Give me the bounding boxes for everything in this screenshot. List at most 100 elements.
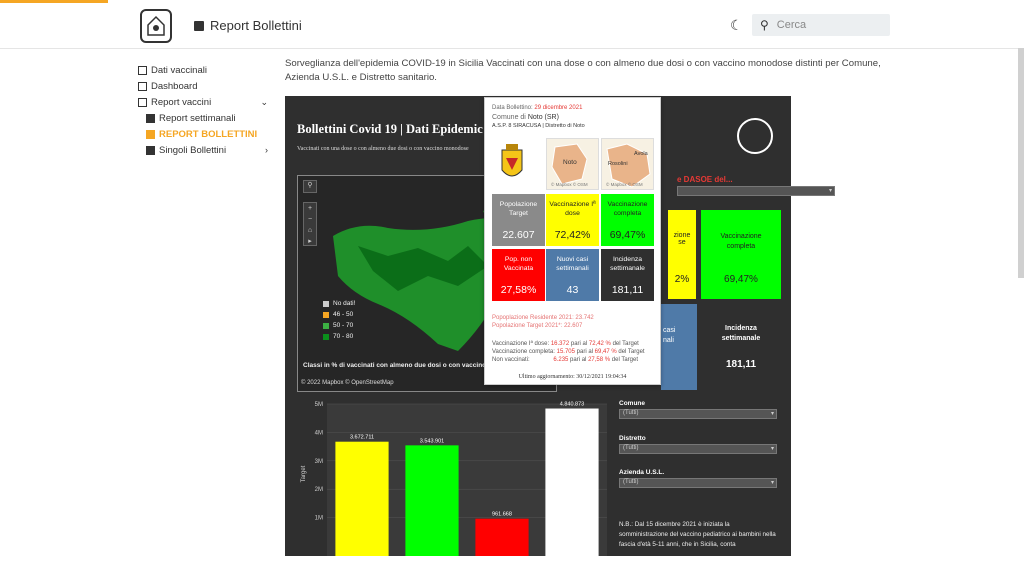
noto-coat-of-arms: [492, 140, 532, 188]
brand-label: Report Bollettini: [210, 18, 302, 33]
dasoe-label: e DASOE del...: [677, 175, 733, 184]
report-icon: [146, 129, 155, 139]
search-icon: ⚲: [760, 18, 769, 32]
sidebar-item-report-vaccini[interactable]: Report vaccini ⌄: [138, 94, 268, 110]
top-filter-select[interactable]: [677, 186, 835, 196]
popup-kpi-label: Pop. non Vaccinata: [503, 256, 534, 272]
legend-item: 46 - 50: [323, 309, 355, 320]
bar-chart-svg: 1M 2M 3M 4M 5M Target 3.672.711 3.543.901 961.66…: [301, 402, 607, 556]
y-tick-label: 4M: [315, 430, 323, 436]
brand[interactable]: Report Bollettini: [194, 18, 302, 33]
map-caption: Classi in % di vaccinati con almeno due …: [303, 362, 498, 369]
popup-date: Data Bollettino: 29 dicembre 2021: [492, 105, 583, 111]
y-tick-label: 3M: [315, 459, 323, 465]
y-tick-label: 1M: [315, 516, 323, 522]
note-text: N.B.: Dal 15 dicembre 2021 è iniziata la…: [619, 521, 776, 548]
filter-label-azienda: Azienda U.S.L.: [619, 469, 665, 476]
popup-pop-target: Popolazione Target 2021*: 22.607: [492, 323, 583, 329]
popup-kpi-value: 43: [566, 284, 579, 296]
popup-pop-res: Popoplazione Residente 2021: 23.742: [492, 315, 594, 321]
chevron-down-icon: ⌄: [260, 96, 268, 107]
popup-updated: Ultimo aggiornamento: 30/12/2021 19:04:3…: [518, 374, 627, 380]
popup-kpi-cell: Vaccinazione completa 69,47%: [601, 194, 654, 246]
filter-label-comune: Comune: [619, 400, 645, 407]
dashboard-icon: [138, 81, 147, 91]
sidebar-item-dati-vaccinali[interactable]: Dati vaccinali: [138, 62, 268, 78]
report-icon: [194, 20, 204, 31]
bar[interactable]: [545, 408, 599, 556]
popup-kpi-value: 181,11: [611, 284, 644, 296]
legend-item: No dati!: [323, 298, 355, 309]
filter-select-comune[interactable]: (Tutti): [619, 409, 777, 419]
popup-kpi-cell: Incidenza settimanale 181,11: [601, 249, 654, 301]
y-tick-label: 5M: [315, 402, 323, 408]
legend-item: 50 - 70: [323, 320, 355, 331]
kpi-vaccinazione-completa: Vaccinazione completa 69,47%: [701, 210, 781, 299]
comune-tooltip: Data Bollettino: 29 dicembre 2021 Comune…: [484, 97, 661, 385]
bar-value-label: 961.668: [492, 512, 512, 518]
map-legend: No dati! 46 - 50 50 - 70 70 - 80: [323, 298, 355, 342]
popup-line-3: Non vaccinati: 6.235 pari al 27,58 % del…: [492, 357, 639, 363]
bar[interactable]: [335, 441, 389, 556]
popup-asp: A.S.P. 8 SIRACUSA | Distretto di Noto: [492, 123, 585, 129]
report-icon: [138, 97, 147, 107]
dashboard-subtitle: Vaccinati con una dose o con almeno due …: [297, 146, 469, 152]
popup-kpi-value: 22.607: [502, 229, 535, 241]
popup-line-1: Vaccinazione Iª dose: 16.372 pari al 72,…: [492, 341, 639, 347]
moon-icon: ☾: [730, 17, 743, 33]
popup-kpi-cell: Vaccinazione Iª dose 72,42%: [546, 194, 599, 246]
sidebar-item-label: Singoli Bollettini: [159, 144, 227, 156]
popup-kpi-cell: Popolazione Target 22.607: [492, 194, 545, 246]
bar[interactable]: [475, 518, 529, 556]
bar-value-label: 3.543.901: [420, 438, 444, 444]
popup-kpi-label: Popolazione Target: [499, 201, 538, 217]
opendata-sicilia-logo[interactable]: [140, 9, 172, 43]
intro-text: Sorveglianza dell'epidemia COVID-19 in S…: [285, 58, 881, 83]
y-axis-label: Target: [301, 465, 307, 482]
popup-kpi-cell: Pop. non Vaccinata 27,58%: [492, 249, 545, 301]
sidebar: Dati vaccinali Dashboard Report vaccini ⌄…: [138, 62, 268, 158]
filter-label-distretto: Distretto: [619, 435, 646, 442]
sidebar-item-singoli-bollettini[interactable]: Singoli Bollettini ›: [138, 142, 268, 158]
map-credits: © 2022 Mapbox © OpenStreetMap: [301, 380, 394, 386]
search-box[interactable]: ⚲ Cerca: [752, 14, 890, 36]
report-icon: [146, 113, 155, 123]
bar-chart: 1M 2M 3M 4M 5M Target 3.672.711 3.543.901 961.66…: [297, 399, 609, 556]
sidebar-item-label: REPORT BOLLETTINI: [159, 128, 258, 140]
bar-value-label: 3.672.711: [350, 435, 374, 441]
kpi-nuovi-casi: casi nali: [661, 304, 697, 390]
popup-kpi-label: Incidenza settimanale: [610, 256, 645, 272]
filter-select-azienda[interactable]: (Tutti): [619, 478, 777, 488]
bar[interactable]: [405, 445, 459, 556]
sidebar-item-dashboard[interactable]: Dashboard: [138, 78, 268, 94]
popup-comune: Comune di Noto (SR): [492, 114, 559, 121]
popup-kpi-value: 72,42%: [554, 229, 591, 241]
popup-line-2: Vaccinazione completa: 15.705 pari al 69…: [492, 349, 645, 355]
popup-kpi-value: 27,58%: [500, 284, 537, 296]
search-input[interactable]: Cerca: [777, 19, 806, 31]
header: Report Bollettini ☾ ⚲ Cerca: [0, 3, 1024, 49]
page-scrollbar[interactable]: [1018, 48, 1024, 278]
y-tick-label: 2M: [315, 487, 323, 493]
chevron-right-icon: ›: [265, 145, 268, 155]
filter-select-distretto[interactable]: (Tutti): [619, 444, 777, 454]
report-icon: [146, 145, 155, 155]
sidebar-item-report-settimanali[interactable]: Report settimanali: [138, 110, 268, 126]
popup-kpi-cell: Nuovi casi settimanali 43: [546, 249, 599, 301]
popup-kpi-label: Vaccinazione completa: [607, 201, 648, 217]
sidebar-item-report-bollettini[interactable]: REPORT BOLLETTINI: [138, 126, 268, 142]
chart-icon: [138, 65, 147, 75]
kpi-incidenza: Incidenza settimanale 181,11: [721, 325, 761, 370]
popup-map-distretto: Avola Rosolini © Mapbox © OSM: [601, 138, 654, 190]
sidebar-item-label: Dashboard: [151, 80, 198, 92]
opendata-sicilia-logo: [737, 118, 773, 154]
popup-map-comune: Noto © Mapbox © OSM: [546, 138, 599, 190]
dark-mode-toggle[interactable]: ☾: [730, 17, 743, 34]
legend-item: 70 - 80: [323, 331, 355, 342]
popup-kpi-label: Nuovi casi settimanali: [556, 256, 589, 272]
popup-kpi-label: Vaccinazione Iª dose: [549, 201, 596, 217]
sidebar-item-label: Report vaccini: [151, 96, 212, 108]
sidebar-item-label: Dati vaccinali: [151, 64, 207, 76]
sidebar-item-label: Report settimanali: [159, 112, 236, 124]
popup-kpi-value: 69,47%: [609, 229, 646, 241]
